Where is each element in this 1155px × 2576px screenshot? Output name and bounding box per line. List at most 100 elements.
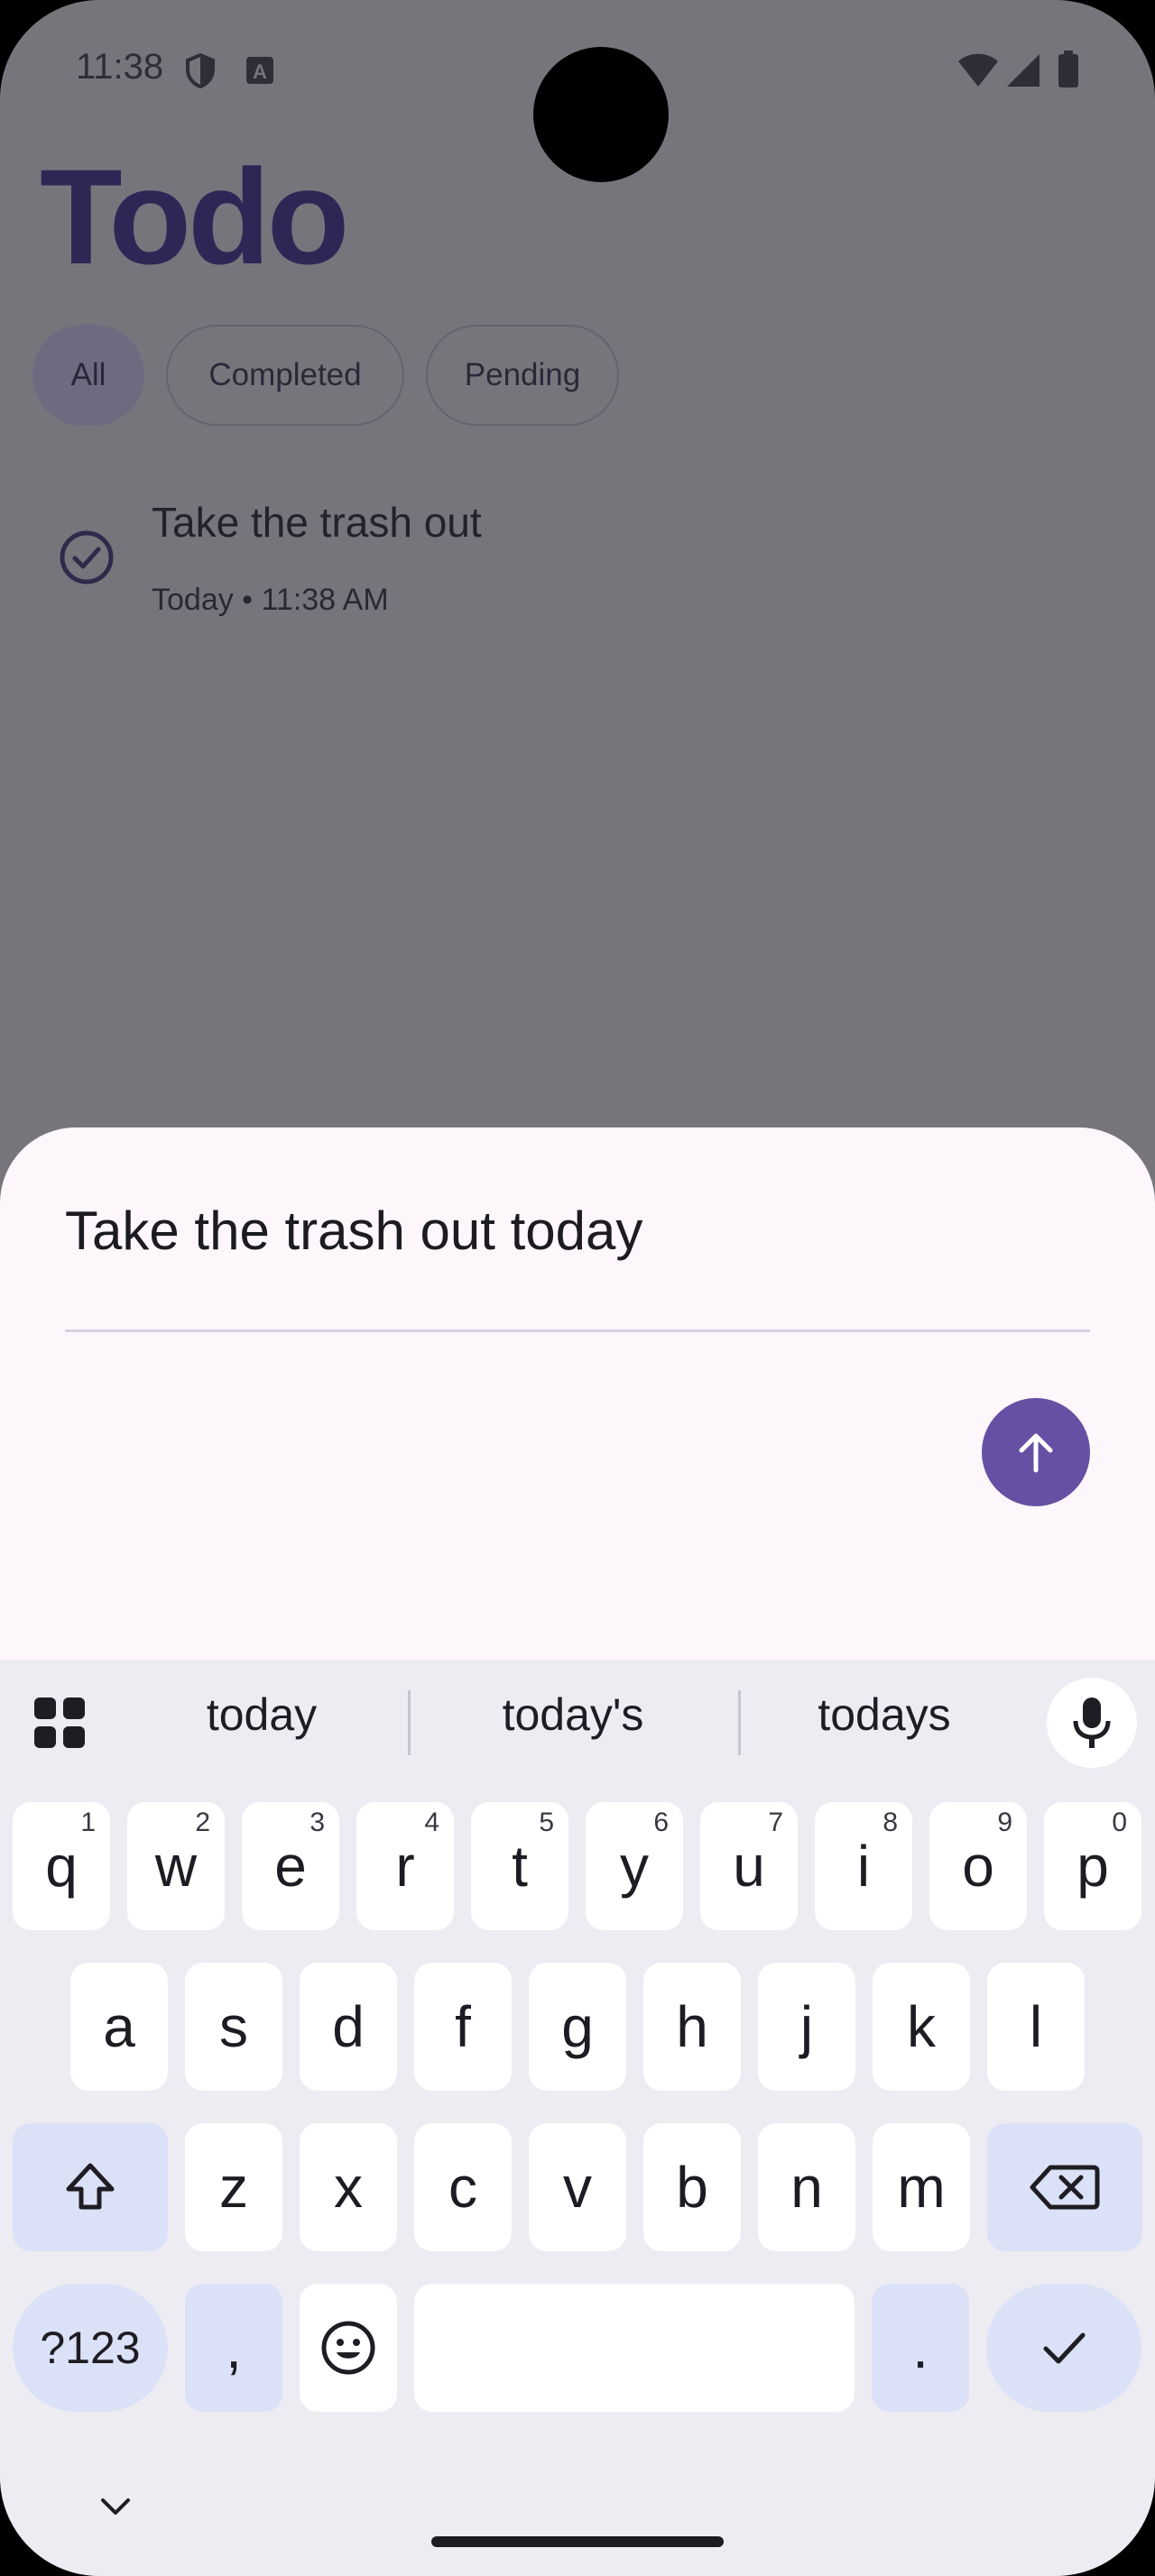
key-label: z <box>219 2155 248 2220</box>
key-label: q <box>45 1834 78 1899</box>
symbols-key[interactable]: ?123 <box>13 2284 168 2412</box>
key-label: i <box>856 1834 871 1899</box>
home-indicator[interactable] <box>431 2536 724 2547</box>
signal-icon <box>1007 54 1040 87</box>
key-hint: 4 <box>424 1808 439 1837</box>
emoji-icon <box>321 2321 375 2375</box>
key-f[interactable]: f <box>414 1963 512 2091</box>
chevron-down-icon[interactable] <box>97 2493 134 2520</box>
todo-title: Take the trash out <box>152 499 482 546</box>
emoji-key[interactable] <box>300 2284 397 2412</box>
key-hint: 3 <box>310 1808 325 1837</box>
key-r[interactable]: r4 <box>356 1802 454 1930</box>
key-hint: 2 <box>195 1808 210 1837</box>
key-g[interactable]: g <box>529 1963 626 2091</box>
key-e[interactable]: e3 <box>242 1802 339 1930</box>
phone-screen: 11:38 A Todo All Completed Pending Take … <box>0 0 1155 2576</box>
key-a[interactable]: a <box>70 1963 168 2091</box>
key-label: r <box>395 1834 415 1899</box>
backspace-icon <box>1030 2165 1100 2210</box>
key-label: l <box>1029 1994 1043 2059</box>
wifi-icon <box>958 53 998 87</box>
key-label: w <box>154 1834 198 1899</box>
key-label: p <box>1076 1834 1109 1899</box>
arrow-up-icon <box>1019 1433 1053 1473</box>
key-w[interactable]: w2 <box>127 1802 225 1930</box>
key-hint: 7 <box>768 1808 783 1837</box>
filter-chip-pending[interactable]: Pending <box>426 325 619 426</box>
key-label: u <box>733 1834 765 1899</box>
space-key[interactable] <box>414 2284 855 2412</box>
key-hint: 5 <box>539 1808 554 1837</box>
key-hint: 1 <box>80 1808 96 1837</box>
key-hint: 0 <box>1112 1808 1127 1837</box>
key-label: y <box>620 1834 649 1899</box>
todo-input[interactable]: Take the trash out today <box>65 1200 642 1262</box>
key-z[interactable]: z <box>185 2123 282 2251</box>
key-j[interactable]: j <box>758 1963 855 2091</box>
key-label: . <box>912 2315 929 2380</box>
key-label: e <box>274 1834 307 1899</box>
suggestion-divider <box>738 1690 741 1755</box>
key-y[interactable]: y6 <box>586 1802 683 1930</box>
key-k[interactable]: k <box>873 1963 970 2091</box>
key-m[interactable]: m <box>873 2123 970 2251</box>
key-label: h <box>676 1994 708 2059</box>
key-b[interactable]: b <box>643 2123 741 2251</box>
shift-icon <box>66 2163 115 2210</box>
key-p[interactable]: p0 <box>1044 1802 1141 1930</box>
voice-input-button[interactable] <box>1047 1678 1137 1768</box>
key-q[interactable]: q1 <box>13 1802 110 1930</box>
key-label: n <box>790 2155 823 2220</box>
key-label: s <box>219 1994 248 2059</box>
keyboard-a-icon: A <box>246 57 273 84</box>
app-title: Todo <box>40 141 349 292</box>
key-u[interactable]: u7 <box>700 1802 798 1930</box>
suggestion-1[interactable]: today <box>144 1688 379 1741</box>
add-todo-sheet: Take the trash out today <box>0 1127 1155 1669</box>
key-c[interactable]: c <box>414 2123 512 2251</box>
key-i[interactable]: i8 <box>815 1802 912 1930</box>
key-s[interactable]: s <box>185 1963 282 2091</box>
key-x[interactable]: x <box>300 2123 397 2251</box>
shift-key[interactable] <box>13 2123 168 2251</box>
key-label: j <box>799 1994 814 2059</box>
done-key[interactable] <box>986 2284 1141 2412</box>
key-label: c <box>448 2155 477 2220</box>
key-l[interactable]: l <box>987 1963 1085 2091</box>
check-circle-icon[interactable] <box>58 529 116 586</box>
backspace-key[interactable] <box>987 2123 1142 2251</box>
apps-grid-icon[interactable] <box>32 1696 87 1750</box>
camera-cutout <box>533 47 669 182</box>
key-label: f <box>455 1994 471 2059</box>
filter-chip-completed[interactable]: Completed <box>166 325 404 426</box>
suggestion-2[interactable]: today's <box>442 1688 704 1741</box>
key-label: m <box>897 2155 946 2220</box>
period-key[interactable]: . <box>872 2284 969 2412</box>
key-label: x <box>334 2155 363 2220</box>
key-n[interactable]: n <box>758 2123 855 2251</box>
key-hint: 9 <box>997 1808 1012 1837</box>
send-button[interactable] <box>982 1398 1090 1506</box>
key-t[interactable]: t5 <box>471 1802 568 1930</box>
key-h[interactable]: h <box>643 1963 741 2091</box>
key-label: g <box>561 1994 594 2059</box>
key-d[interactable]: d <box>300 1963 397 2091</box>
key-label: , <box>226 2315 242 2380</box>
key-label: t <box>512 1834 528 1899</box>
suggestion-3[interactable]: todays <box>767 1688 1002 1741</box>
filter-chip-label: All <box>70 357 106 392</box>
filter-chip-label: Completed <box>208 357 362 392</box>
svg-text:A: A <box>253 60 267 83</box>
input-underline <box>65 1329 1090 1332</box>
microphone-icon <box>1073 1697 1111 1748</box>
key-v[interactable]: v <box>529 2123 626 2251</box>
checkmark-icon <box>1043 2332 1086 2364</box>
key-o[interactable]: o9 <box>929 1802 1027 1930</box>
comma-key[interactable]: , <box>185 2284 282 2412</box>
key-label: k <box>907 1994 936 2059</box>
key-label: ?123 <box>40 2323 141 2373</box>
key-label: d <box>332 1994 365 2059</box>
filter-chip-all[interactable]: All <box>32 325 144 426</box>
key-hint: 8 <box>882 1808 898 1837</box>
